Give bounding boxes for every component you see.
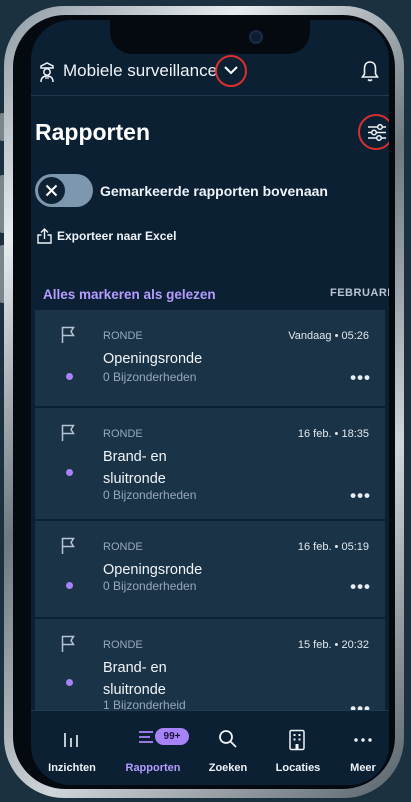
bar-chart-icon: [64, 733, 78, 747]
tab-meer[interactable]: Meer: [327, 711, 389, 785]
unread-dot: [66, 373, 73, 380]
share-icon: [37, 228, 52, 244]
report-name: Brand- en sluitronde: [103, 449, 167, 487]
search-icon: [219, 730, 237, 748]
building-icon: [289, 729, 305, 751]
mark-all-read-button[interactable]: Alles markeren als gelezen: [43, 287, 216, 302]
camera: [249, 30, 263, 44]
report-details: 0 Bijzonderheden: [103, 579, 197, 593]
tab-rapporten[interactable]: 99+ Rapporten: [117, 711, 189, 785]
more-options-icon[interactable]: •••: [350, 486, 371, 506]
report-date: Vandaag • 05:26: [288, 330, 369, 342]
marked-reports-toggle[interactable]: [35, 174, 93, 207]
tab-label: Inzichten: [48, 762, 96, 774]
more-icon: [354, 738, 372, 742]
report-type: RONDE: [103, 330, 143, 342]
report-type: RONDE: [103, 639, 143, 651]
close-icon: [45, 184, 58, 197]
tab-locaties[interactable]: Locaties: [262, 711, 334, 785]
flag-icon[interactable]: [61, 326, 75, 344]
report-date: 16 feb. • 05:19: [297, 541, 369, 553]
tab-label: Locaties: [275, 762, 321, 774]
sliders-icon: [368, 124, 386, 141]
report-date: 16 feb. • 18:35: [297, 428, 369, 440]
app-screen: Mobiele surveillance Rapporten Gemarkeer…: [31, 20, 389, 785]
tab-inzichten[interactable]: Inzichten: [36, 711, 108, 785]
organization-title[interactable]: Mobiele surveillance: [63, 61, 217, 81]
notch: [110, 20, 310, 54]
flag-icon[interactable]: [61, 635, 75, 653]
report-name: Openingsronde: [103, 351, 203, 367]
unread-dot: [66, 679, 73, 686]
top-bar: Mobiele surveillance: [31, 53, 389, 96]
tab-label: Meer: [350, 762, 376, 774]
bottom-tab-bar: Inzichten 99+ Rapporten Zoeken Locaties …: [31, 710, 389, 785]
report-name: Brand- en sluitronde: [103, 660, 167, 698]
more-options-icon[interactable]: •••: [350, 577, 371, 597]
toggle-label: Gemarkeerde rapporten bovenaan: [100, 183, 328, 199]
guard-icon: [40, 62, 54, 83]
tab-label: Zoeken: [208, 762, 248, 774]
chevron-down-icon: [224, 66, 238, 75]
tab-label: Rapporten: [125, 762, 181, 774]
report-type: RONDE: [103, 428, 143, 440]
report-card[interactable]: RONDE 16 feb. • 18:35 Brand- en sluitron…: [35, 408, 385, 519]
more-options-icon[interactable]: •••: [350, 368, 371, 388]
report-card[interactable]: RONDE 16 feb. • 05:19 Openingsronde 0 Bi…: [35, 521, 385, 617]
report-date: 15 feb. • 20:32: [297, 639, 369, 651]
flag-icon[interactable]: [61, 537, 75, 555]
report-card[interactable]: RONDE Vandaag • 05:26 Openingsronde 0 Bi…: [35, 310, 385, 406]
report-type: RONDE: [103, 541, 143, 553]
page-title: Rapporten: [35, 119, 150, 145]
unread-dot: [66, 469, 73, 476]
unread-dot: [66, 582, 73, 589]
filter-button[interactable]: [358, 114, 389, 150]
tab-zoeken[interactable]: Zoeken: [192, 711, 264, 785]
bell-icon[interactable]: [361, 60, 379, 82]
export-label: Exporteer naar Excel: [57, 229, 177, 243]
month-header: FEBRUARI: [330, 287, 389, 299]
toggle-knob: [38, 177, 65, 204]
organization-dropdown-button[interactable]: [215, 55, 247, 87]
device: Mobiele surveillance Rapporten Gemarkeer…: [0, 0, 411, 802]
flag-icon[interactable]: [61, 424, 75, 442]
report-name: Openingsronde: [103, 562, 203, 578]
notification-badge: 99+: [155, 728, 189, 745]
report-details: 0 Bijzonderheden: [103, 370, 197, 384]
report-details: 0 Bijzonderheden: [103, 488, 197, 502]
report-card[interactable]: RONDE 15 feb. • 20:32 Brand- en sluitron…: [35, 619, 385, 719]
